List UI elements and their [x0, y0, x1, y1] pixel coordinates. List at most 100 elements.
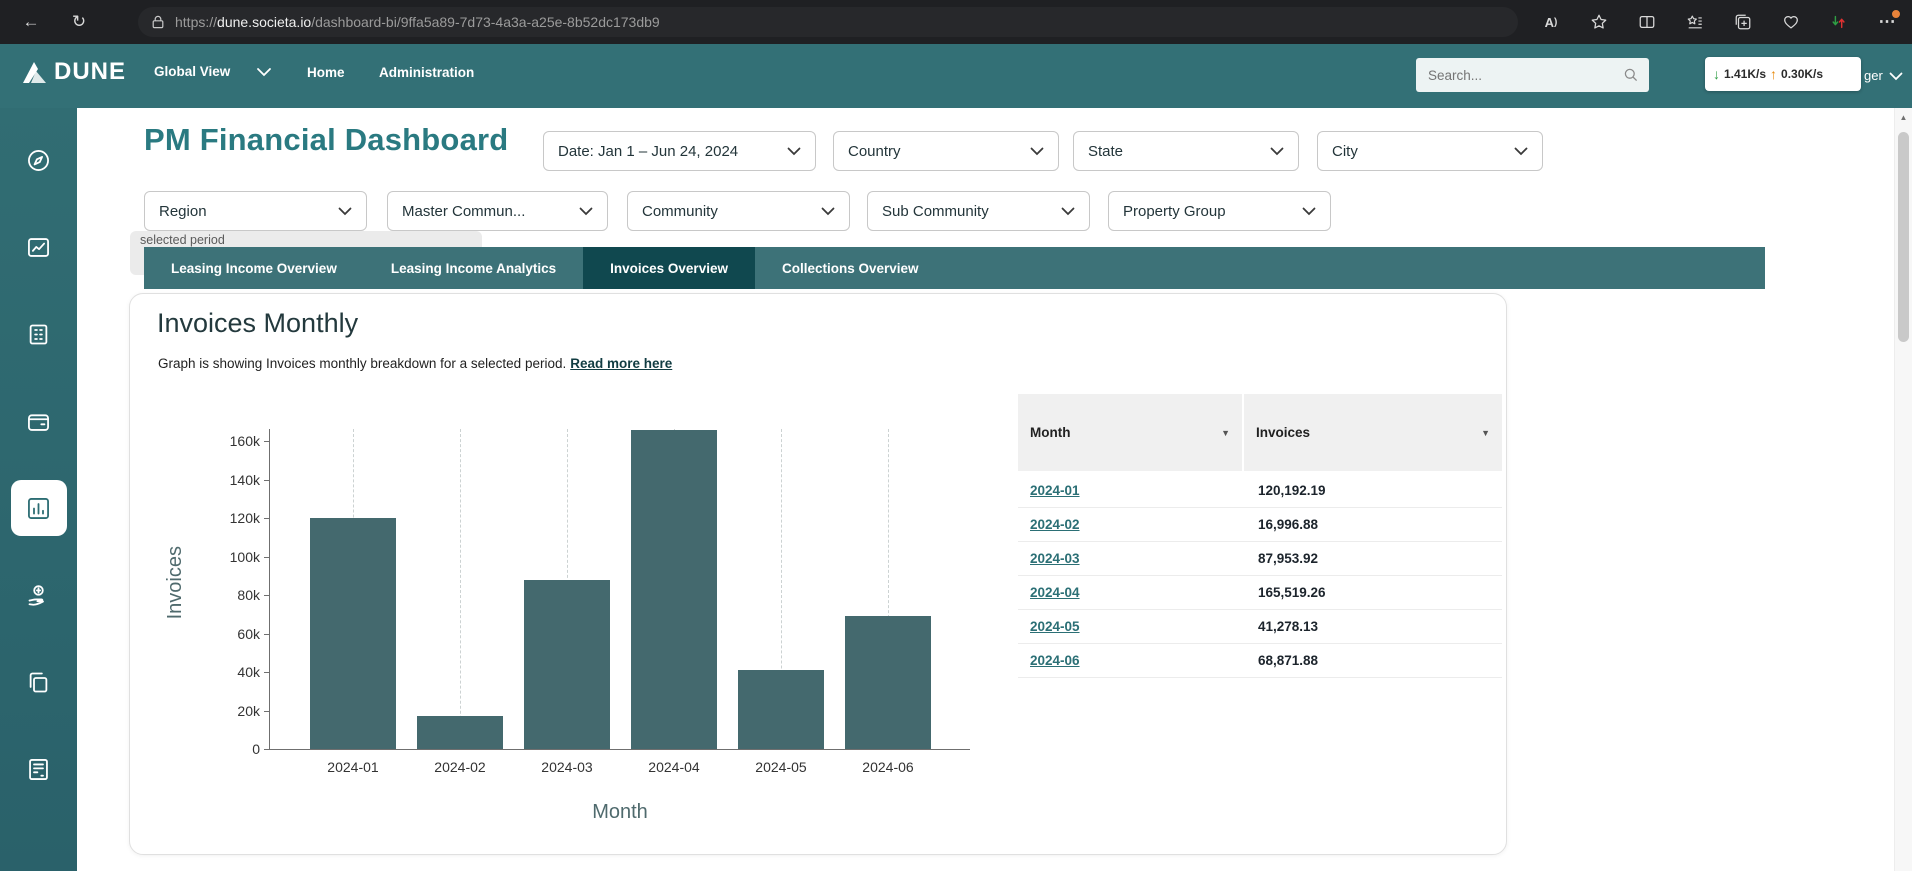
report-chart-icon: [28, 237, 49, 257]
table-row: 2024-05 41,278.13: [1018, 610, 1502, 644]
column-header-invoices[interactable]: Invoices ▼: [1244, 394, 1502, 471]
month-cell: 2024-02: [1018, 517, 1244, 532]
month-cell: 2024-04: [1018, 585, 1244, 600]
y-tick-label: 100k: [229, 548, 260, 565]
sort-caret-icon[interactable]: ▼: [1481, 428, 1490, 438]
filter-city[interactable]: City: [1317, 131, 1543, 171]
y-tick-label: 140k: [229, 471, 260, 488]
nav-administration[interactable]: Administration: [379, 65, 474, 80]
favorites-hub-icon[interactable]: [1680, 7, 1710, 37]
tab-collections-overview[interactable]: Collections Overview: [755, 247, 946, 289]
favorite-star-icon[interactable]: [1584, 7, 1614, 37]
tab-invoices-overview[interactable]: Invoices Overview: [583, 247, 755, 289]
sidebar-item-hand-payment[interactable]: [11, 567, 67, 623]
nav-home[interactable]: Home: [307, 65, 345, 80]
analytics-icon: [28, 497, 49, 519]
address-bar[interactable]: https://dune.societa.io/dashboard-bi/9ff…: [138, 7, 1518, 37]
bar-2024-04[interactable]: [631, 430, 717, 749]
search-input[interactable]: [1426, 66, 1623, 84]
month-link[interactable]: 2024-04: [1030, 585, 1080, 600]
filter-date[interactable]: Date: Jan 1 – Jun 24, 2024: [543, 131, 816, 171]
tooltip-text: selected period: [140, 233, 225, 247]
tab-bar: Leasing Income Overview Leasing Income An…: [144, 247, 1765, 289]
sidebar-item-ledger-building[interactable]: [11, 741, 67, 797]
month-link[interactable]: 2024-01: [1030, 483, 1080, 498]
column-header-month[interactable]: Month ▼: [1018, 394, 1242, 471]
refresh-icon[interactable]: ↻: [64, 7, 94, 37]
table-row: 2024-03 87,953.92: [1018, 542, 1502, 576]
upload-speed: 0.30K/s: [1781, 67, 1824, 81]
bar-2024-06[interactable]: [845, 616, 931, 749]
back-icon[interactable]: ←: [16, 7, 46, 37]
filter-label: Date: Jan 1 – Jun 24, 2024: [558, 142, 739, 160]
table-row: 2024-04 165,519.26: [1018, 576, 1502, 610]
y-tick-mark: [264, 710, 270, 712]
x-tick-label: 2024-01: [327, 759, 379, 775]
bar-2024-03[interactable]: [524, 579, 610, 749]
filter-master[interactable]: Master Commun...: [387, 191, 608, 231]
read-aloud-icon[interactable]: A): [1536, 7, 1566, 37]
global-view-selector[interactable]: Global View: [154, 64, 272, 79]
header-search[interactable]: [1416, 58, 1649, 92]
x-tick-label: 2024-05: [755, 759, 807, 775]
user-chevron-down-icon[interactable]: [1889, 68, 1903, 86]
wallet-icon: [28, 413, 49, 431]
browser-essentials-icon[interactable]: [1776, 7, 1806, 37]
chevron-down-icon: [1302, 207, 1316, 215]
month-link[interactable]: 2024-03: [1030, 551, 1080, 566]
y-tick-mark: [264, 749, 270, 750]
scroll-up-arrow[interactable]: ▲: [1895, 113, 1912, 122]
bar-2024-05[interactable]: [738, 669, 824, 749]
month-link[interactable]: 2024-06: [1030, 653, 1080, 668]
y-tick-mark: [264, 479, 270, 481]
sidebar-item-building[interactable]: [11, 306, 67, 362]
user-menu-partial[interactable]: ger: [1864, 68, 1883, 83]
filter-property[interactable]: Property Group: [1108, 191, 1331, 231]
chevron-down-icon: [787, 147, 801, 155]
download-arrow-icon: ↓: [1713, 66, 1720, 82]
month-link[interactable]: 2024-05: [1030, 619, 1080, 634]
filter-community[interactable]: Community: [627, 191, 850, 231]
invoice-value: 120,192.19: [1258, 483, 1326, 498]
bar-2024-02[interactable]: [417, 716, 503, 749]
netspeed-extension-icon[interactable]: [1824, 7, 1854, 37]
y-tick-label: 60k: [237, 625, 260, 642]
main-content: PM Financial Dashboard selected period L…: [77, 108, 1895, 871]
filter-sub[interactable]: Sub Community: [867, 191, 1090, 231]
read-more-link[interactable]: Read more here: [570, 356, 672, 371]
tab-leasing-income-overview[interactable]: Leasing Income Overview: [144, 247, 364, 289]
net-speed-widget[interactable]: ↓ 1.41K/s ↑ 0.30K/s: [1705, 57, 1861, 91]
browser-toolbar: ← ↻ https://dune.societa.io/dashboard-bi…: [0, 0, 1912, 44]
collections-icon[interactable]: [1728, 7, 1758, 37]
sidebar-item-copy-stack[interactable]: [11, 654, 67, 710]
app-logo[interactable]: DUNE: [20, 58, 126, 86]
y-tick-mark: [264, 672, 270, 673]
sort-caret-icon[interactable]: ▼: [1221, 428, 1230, 438]
y-tick-label: 120k: [229, 510, 260, 526]
scrollbar-thumb[interactable]: [1898, 132, 1909, 342]
invoice-value: 87,953.92: [1258, 551, 1319, 566]
y-tick-mark: [264, 556, 270, 558]
filter-state[interactable]: State: [1073, 131, 1299, 171]
settings-ellipsis-icon[interactable]: ⋯: [1872, 7, 1902, 37]
sidebar-item-wallet[interactable]: [11, 393, 67, 449]
copy-stack-icon: [29, 672, 48, 692]
month-link[interactable]: 2024-02: [1030, 517, 1080, 532]
ledger-building-icon: [29, 758, 48, 780]
sidebar-item-analytics[interactable]: [10, 480, 67, 536]
split-screen-icon[interactable]: [1632, 7, 1662, 37]
filter-label: Property Group: [1123, 202, 1226, 220]
sidebar-item-compass[interactable]: [11, 132, 67, 188]
chevron-down-icon: [1270, 147, 1284, 155]
tab-label: Leasing Income Analytics: [390, 260, 557, 276]
filter-country[interactable]: Country: [833, 131, 1059, 171]
bar-2024-01[interactable]: [310, 517, 396, 749]
lock-icon: [152, 15, 164, 29]
scrollbar[interactable]: ▲: [1894, 108, 1912, 871]
app-header: DUNE Global View Home Administration ↓ 1…: [0, 44, 1912, 108]
sidebar-item-report-chart[interactable]: [11, 219, 67, 275]
search-icon[interactable]: [1623, 67, 1639, 83]
filter-region[interactable]: Region: [144, 191, 367, 231]
tab-leasing-income-analytics[interactable]: Leasing Income Analytics: [364, 247, 583, 289]
page-title: PM Financial Dashboard: [144, 122, 509, 157]
